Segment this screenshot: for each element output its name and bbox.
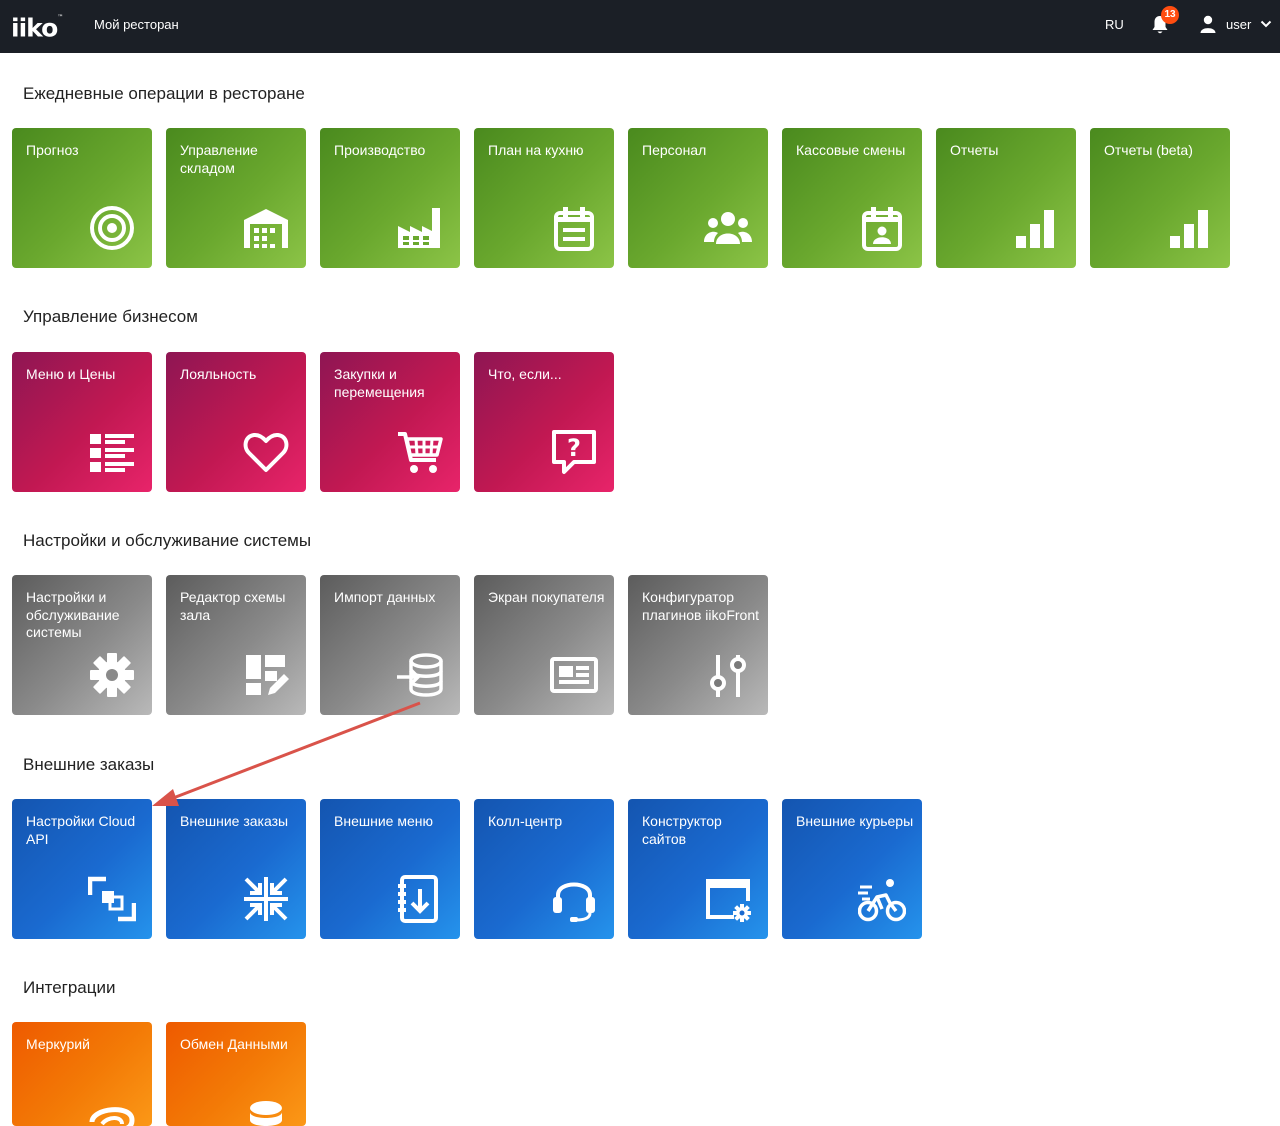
- tile-system-settings[interactable]: Настройки и обслуживание системы: [12, 575, 152, 715]
- tile-label: Отчеты: [950, 142, 999, 158]
- chevron-down-icon[interactable]: [1260, 19, 1272, 29]
- tile-data-exchange[interactable]: Обмен Данными: [166, 1022, 306, 1126]
- restaurant-name[interactable]: Мой ресторан: [94, 17, 179, 32]
- tile-label: Настройки Cloud API: [26, 813, 136, 847]
- tile-label: Конструктор сайтов: [642, 813, 722, 847]
- tile-label: Экран покупателя: [488, 589, 605, 605]
- bar-chart-icon: [1170, 210, 1208, 248]
- warehouse-icon: [244, 209, 288, 248]
- tile-label: Внешние курьеры: [796, 813, 914, 829]
- tile-label: Обмен Данными: [180, 1036, 288, 1052]
- tile-external-menus[interactable]: Внешние меню: [320, 799, 460, 939]
- tile-label: Внешние меню: [334, 813, 433, 829]
- notebook-download-icon: [398, 875, 438, 923]
- section-title-business: Управление бизнесом: [23, 307, 198, 326]
- section-title-external-orders: Внешние заказы: [23, 755, 155, 774]
- tile-label: Производство: [334, 142, 426, 158]
- tile-cash-shifts[interactable]: Кассовые смены: [782, 128, 922, 268]
- tile-label: План на кухню: [488, 142, 584, 158]
- language-selector[interactable]: RU: [1105, 17, 1124, 32]
- tile-staff[interactable]: Персонал: [628, 128, 768, 268]
- svg-text:?: ?: [567, 434, 581, 462]
- target-icon: [90, 206, 134, 250]
- cloud-api-icon: [88, 876, 136, 922]
- tile-cloud-api-settings[interactable]: Настройки Cloud API: [12, 799, 152, 939]
- tile-label: Прогноз: [26, 142, 79, 158]
- iiko-logo[interactable]: iiko™: [11, 11, 63, 43]
- tile-external-couriers[interactable]: Внешние курьеры: [782, 799, 922, 939]
- heart-icon: [243, 432, 289, 472]
- tile-production[interactable]: Производство: [320, 128, 460, 268]
- tile-plugin-configurator[interactable]: Конфигуратор плагинов iikoFront: [628, 575, 768, 715]
- gear-icon: [90, 653, 134, 697]
- layout-edit-icon: [246, 655, 289, 695]
- question-bubble-icon: ?: [552, 430, 596, 474]
- collapse-arrows-icon: [244, 877, 288, 921]
- tile-label: Отчеты (beta): [1104, 142, 1193, 158]
- tile-kitchen-plan[interactable]: План на кухню: [474, 128, 614, 268]
- tile-menu-prices[interactable]: Меню и Цены: [12, 352, 152, 492]
- tile-warehouse[interactable]: Управление складом: [166, 128, 306, 268]
- bicycle-icon: [858, 879, 906, 922]
- tile-call-center[interactable]: Колл-центр: [474, 799, 614, 939]
- tile-label: Кассовые смены: [796, 142, 906, 158]
- section-title-daily: Ежедневные операции в ресторане: [23, 84, 305, 103]
- bar-chart-icon: [1016, 210, 1054, 248]
- notification-badge: 13: [1161, 6, 1179, 24]
- menu-list-icon: [90, 434, 134, 472]
- window-gear-icon: [706, 879, 751, 922]
- cart-icon: [398, 432, 443, 473]
- tile-label: Редактор схемы зала: [180, 589, 286, 623]
- tile-label: Внешние заказы: [180, 813, 289, 829]
- user-name[interactable]: user: [1226, 17, 1251, 32]
- tile-label: Меркурий: [26, 1036, 90, 1052]
- factory-icon: [398, 208, 440, 248]
- tile-label: Меню и Цены: [26, 366, 116, 382]
- tile-label: Закупки и перемещения: [334, 366, 425, 400]
- top-bar: iiko™ Мой ресторан RU 13 user: [0, 0, 1280, 53]
- tile-customer-screen[interactable]: Экран покупателя: [474, 575, 614, 715]
- section-title-settings: Настройки и обслуживание системы: [23, 531, 312, 550]
- tile-mercury[interactable]: Меркурий: [12, 1022, 152, 1126]
- database-import-icon: [397, 653, 443, 697]
- user-icon[interactable]: [1200, 15, 1216, 33]
- tile-purchases[interactable]: Закупки и перемещения: [320, 352, 460, 492]
- tile-label: Что, если...: [488, 366, 562, 382]
- tile-label: Персонал: [642, 142, 707, 158]
- tile-reports-beta[interactable]: Отчеты (beta): [1090, 128, 1230, 268]
- section-title-integrations: Интеграции: [23, 978, 116, 997]
- tile-reports[interactable]: Отчеты: [936, 128, 1076, 268]
- tile-site-builder[interactable]: Конструктор сайтов: [628, 799, 768, 939]
- tile-label: Импорт данных: [334, 589, 436, 605]
- tile-label: Управление складом: [180, 142, 258, 176]
- tile-data-import[interactable]: Импорт данных: [320, 575, 460, 715]
- screen-icon: [550, 657, 598, 693]
- people-icon: [704, 212, 752, 244]
- database-icon: [250, 1101, 282, 1126]
- tile-label: Настройки и обслуживание системы: [26, 589, 120, 640]
- tile-label: Лояльность: [180, 366, 257, 382]
- tile-loyalty[interactable]: Лояльность: [166, 352, 306, 492]
- calendar-list-icon: [554, 207, 594, 251]
- tile-hall-editor[interactable]: Редактор схемы зала: [166, 575, 306, 715]
- tile-external-orders[interactable]: Внешние заказы: [166, 799, 306, 939]
- tile-label: Конфигуратор плагинов iikoFront: [642, 589, 759, 623]
- tile-label: Колл-центр: [488, 813, 563, 829]
- sliders-icon: [710, 655, 746, 697]
- tile-what-if[interactable]: Что, если... ?: [474, 352, 614, 492]
- headset-icon: [553, 882, 595, 922]
- calendar-person-icon: [862, 207, 902, 251]
- tile-forecast[interactable]: Прогноз: [12, 128, 152, 268]
- mercury-icon: [89, 1107, 135, 1126]
